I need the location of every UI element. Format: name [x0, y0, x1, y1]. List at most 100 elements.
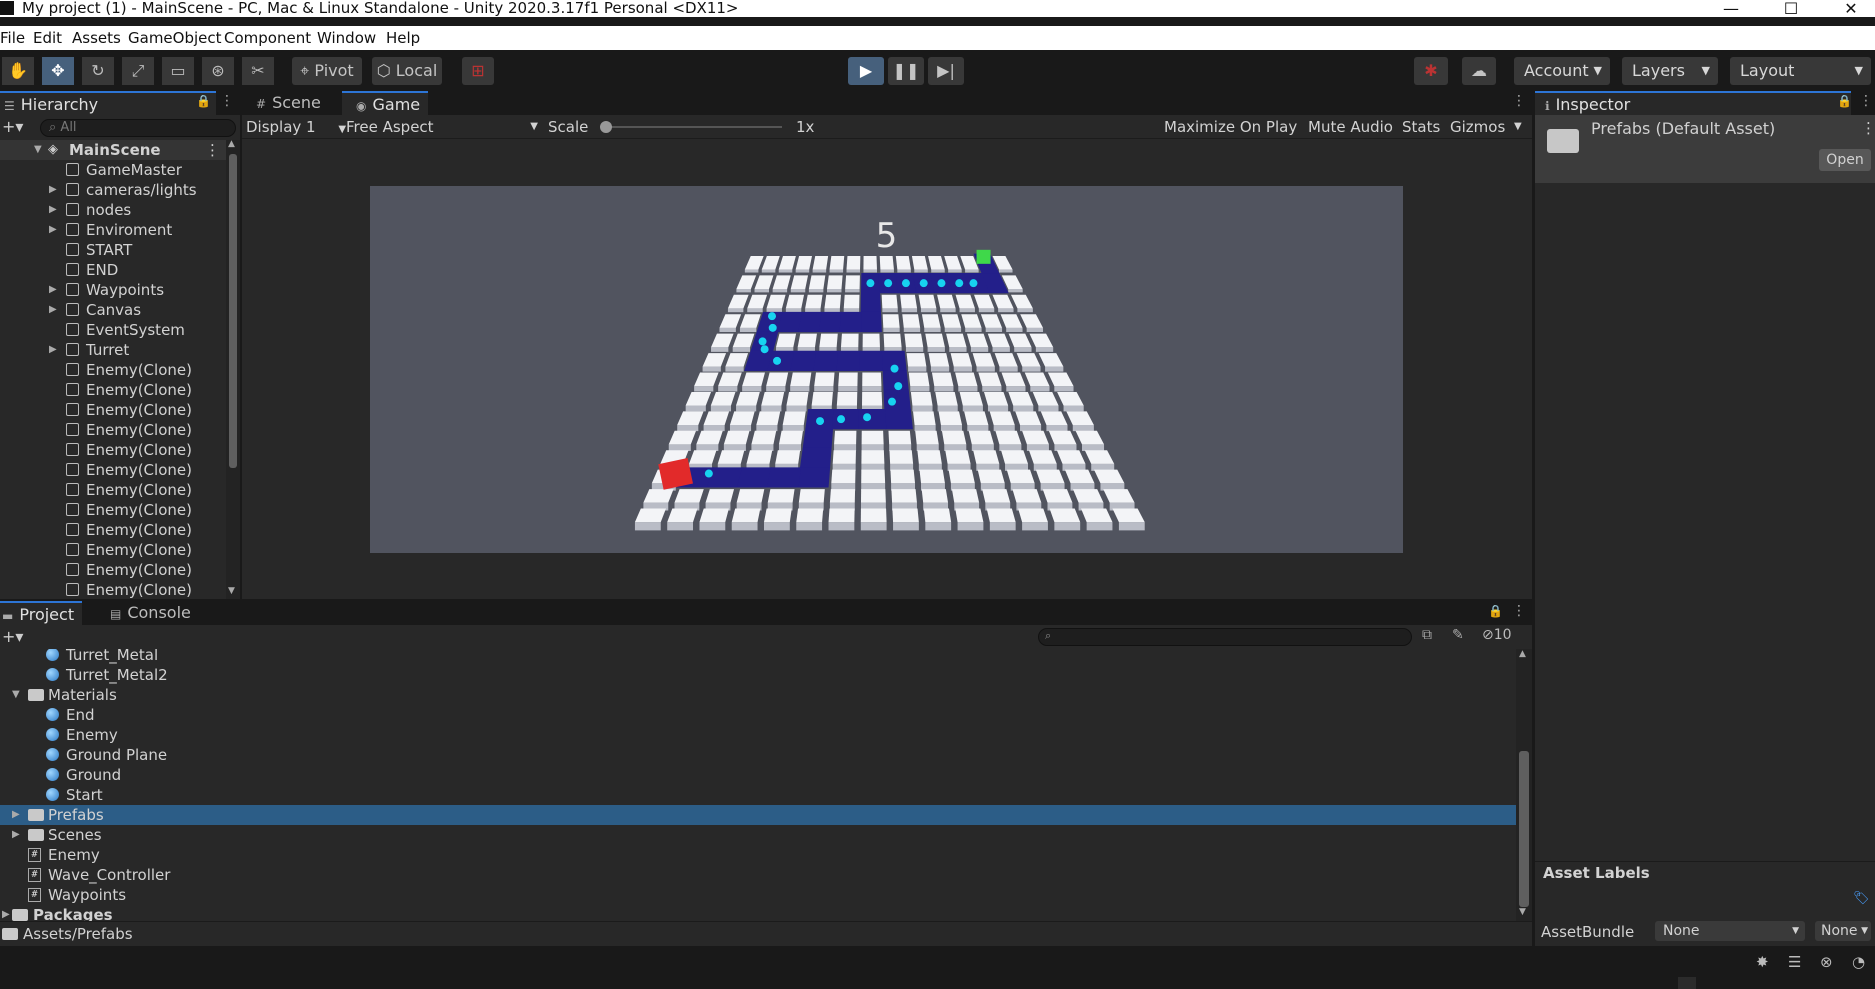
transform-tool-icon[interactable]: ⊛ [202, 57, 234, 85]
node-tile[interactable] [995, 430, 1022, 445]
node-tile[interactable] [911, 255, 928, 270]
project-search-input[interactable]: ⌕ [1038, 628, 1412, 646]
node-tile[interactable] [754, 275, 774, 289]
node-tile[interactable] [861, 469, 886, 484]
node-tile[interactable] [982, 489, 1011, 503]
scroll-up-icon[interactable]: ▲ [1519, 649, 1526, 659]
node-tile[interactable] [948, 469, 975, 484]
node-tile[interactable] [1064, 469, 1095, 484]
lock-icon[interactable]: 🔒 [1837, 94, 1852, 108]
custom-tool-icon[interactable]: ✂ [242, 57, 274, 85]
node-tile[interactable] [889, 450, 914, 464]
hierarchy-item[interactable]: ▶ Turret [0, 340, 226, 360]
progress-check-icon[interactable]: ◔ [1852, 953, 1865, 971]
hierarchy-item[interactable]: START [0, 240, 226, 260]
scroll-down-icon[interactable]: ▼ [228, 586, 235, 596]
node-tile[interactable] [915, 430, 939, 445]
node-tile[interactable] [902, 314, 921, 328]
node-tile[interactable] [917, 450, 942, 464]
menu-edit[interactable]: Edit [33, 29, 62, 47]
node-tile[interactable] [782, 411, 806, 425]
move-tool-icon[interactable]: ✥ [42, 57, 74, 85]
node-tile[interactable] [941, 430, 967, 445]
project-item[interactable]: ▼ Materials [0, 685, 1516, 705]
more-options-icon[interactable]: ⋮ [220, 93, 234, 109]
node-tile[interactable] [1049, 508, 1081, 523]
node-tile[interactable] [811, 391, 833, 406]
node-tile[interactable] [923, 508, 952, 523]
project-item[interactable]: # Waypoints [0, 885, 1516, 905]
node-tile[interactable] [910, 391, 933, 406]
node-tile[interactable] [736, 391, 760, 406]
menu-assets[interactable]: Assets [72, 29, 121, 47]
node-tile[interactable] [719, 314, 742, 328]
node-tile[interactable] [862, 372, 882, 387]
rotate-tool-icon[interactable]: ↻ [82, 57, 114, 85]
scroll-up-icon[interactable]: ▲ [228, 139, 235, 149]
node-tile[interactable] [831, 469, 856, 484]
expand-arrow-icon[interactable]: ▶ [49, 180, 57, 200]
node-tile[interactable] [1010, 294, 1033, 309]
node-tile[interactable] [1112, 508, 1145, 523]
node-tile[interactable] [846, 255, 861, 270]
node-tile[interactable] [1015, 411, 1042, 425]
account-dropdown[interactable]: Account ▼ [1514, 57, 1610, 85]
node-tile[interactable] [796, 508, 824, 523]
node-tile[interactable] [888, 430, 912, 445]
node-tile[interactable] [694, 372, 719, 387]
node-tile[interactable] [819, 333, 838, 348]
node-tile[interactable] [829, 255, 845, 270]
node-tile[interactable] [1081, 508, 1113, 523]
project-item[interactable]: Turret_Metal [0, 649, 1516, 665]
node-tile[interactable] [838, 372, 858, 387]
node-tile[interactable] [798, 489, 825, 503]
node-tile[interactable] [742, 372, 765, 387]
node-tile[interactable] [775, 450, 801, 464]
menu-gameobject[interactable]: GameObject [128, 29, 222, 47]
hierarchy-item[interactable]: Enemy(Clone) [0, 440, 226, 460]
node-tile[interactable] [928, 255, 945, 270]
node-tile[interactable] [744, 255, 764, 270]
node-tile[interactable] [772, 275, 791, 289]
scale-slider-track[interactable] [604, 126, 782, 128]
node-tile[interactable] [696, 430, 723, 445]
tab-scene[interactable]: # Scene [242, 91, 329, 115]
node-tile[interactable] [937, 294, 956, 309]
node-tile[interactable] [723, 430, 750, 445]
node-tile[interactable] [702, 353, 727, 367]
node-tile[interactable] [862, 333, 880, 348]
hierarchy-item[interactable]: Enemy(Clone) [0, 540, 226, 560]
node-tile[interactable] [725, 353, 749, 367]
hierarchy-item[interactable]: ▶ Enviroment [0, 220, 226, 240]
step-button[interactable]: ▶| [928, 57, 964, 85]
node-tile[interactable] [1048, 430, 1077, 445]
node-tile[interactable] [946, 333, 967, 348]
node-tile[interactable] [710, 391, 736, 406]
node-tile[interactable] [1072, 489, 1104, 503]
node-tile[interactable] [863, 255, 877, 270]
hierarchy-item[interactable]: GameMaster [0, 160, 226, 180]
project-item[interactable]: End [0, 705, 1516, 725]
node-tile[interactable] [812, 255, 829, 270]
create-plus-icon[interactable]: +▾ [2, 117, 23, 136]
node-tile[interactable] [938, 411, 963, 425]
menu-file[interactable]: File [0, 29, 25, 47]
layers-dropdown[interactable]: Layers ▼ [1622, 57, 1718, 85]
tab-console[interactable]: ▤ Console [96, 601, 199, 625]
local-toggle[interactable]: ⬡ Local [372, 57, 442, 85]
node-tile[interactable] [739, 314, 761, 328]
node-tile[interactable] [890, 469, 916, 484]
assetbundle-variant-dropdown[interactable]: None ▼ [1815, 921, 1871, 941]
node-tile[interactable] [718, 372, 742, 387]
node-tile[interactable] [921, 489, 949, 503]
node-tile[interactable] [1018, 508, 1048, 523]
node-tile[interactable] [945, 450, 971, 464]
node-tile[interactable] [944, 255, 962, 270]
node-tile[interactable] [668, 430, 697, 445]
node-tile[interactable] [978, 372, 1002, 387]
node-tile[interactable] [1042, 489, 1073, 503]
node-tile[interactable] [711, 333, 734, 348]
minimize-button[interactable]: — [1711, 0, 1751, 17]
node-tile[interactable] [677, 411, 704, 425]
pivot-toggle[interactable]: ⌖ Pivot [292, 57, 362, 85]
